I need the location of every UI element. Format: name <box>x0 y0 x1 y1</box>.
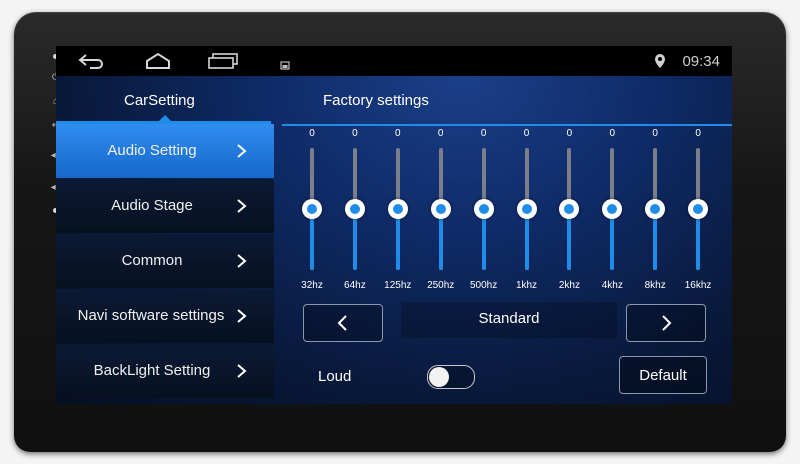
eq-band-value: 0 <box>695 128 701 139</box>
eq-band-value: 0 <box>652 128 658 139</box>
eq-slider-knob[interactable] <box>473 199 494 219</box>
default-button[interactable]: Default <box>619 356 707 394</box>
equalizer: 0 32hz 0 64hz 0 125hz 0 250hz 0 500hz 0 1khz 0 2khz 0 4… <box>282 124 732 294</box>
eq-slider-knob[interactable] <box>688 199 709 219</box>
eq-band-value: 0 <box>437 128 444 139</box>
eq-band-label: 2khz <box>558 280 580 291</box>
eq-band-value: 0 <box>352 128 358 139</box>
chevron-right-icon <box>237 309 247 323</box>
back-icon[interactable] <box>78 51 106 71</box>
recent-apps-icon[interactable] <box>206 51 240 71</box>
loud-toggle[interactable] <box>427 365 475 389</box>
tab-carsetting[interactable]: CarSetting <box>124 92 195 109</box>
chevron-right-icon <box>237 199 247 213</box>
preset-name: Standard <box>401 302 617 338</box>
eq-slider-knob[interactable] <box>302 199 322 219</box>
toggle-knob <box>429 367 449 387</box>
preset-next-button[interactable] <box>626 304 706 342</box>
eq-band-value: 0 <box>309 128 315 139</box>
eq-band-label: 250hz <box>427 280 455 291</box>
eq-band-value: 0 <box>566 128 573 139</box>
chevron-right-icon <box>237 254 247 268</box>
eq-slider-knob[interactable] <box>344 199 365 219</box>
location-icon <box>655 54 666 68</box>
eq-band-value: 0 <box>395 128 401 139</box>
preset-prev-button[interactable] <box>303 304 383 342</box>
menu-item-navi-software-settings[interactable]: Navi software settings <box>56 289 274 343</box>
eq-slider-knob[interactable] <box>516 199 537 219</box>
status-bar: 09:34 <box>56 46 732 76</box>
eq-slider-knob[interactable] <box>602 199 623 219</box>
eq-slider-knob[interactable] <box>387 199 408 219</box>
eq-band-label: 1khz <box>515 280 538 291</box>
chevron-right-icon <box>237 144 247 158</box>
eq-band-label: 500hz <box>469 280 498 291</box>
eq-divider <box>282 124 732 126</box>
settings-menu: Audio Setting Audio Stage Common Navi so… <box>56 124 274 399</box>
menu-item-label: BackLight Setting <box>93 362 211 379</box>
eq-slider-knob[interactable] <box>559 199 580 219</box>
eq-band-label: 8khz <box>644 280 666 291</box>
chevron-right-icon <box>662 315 672 331</box>
loud-label: Loud <box>318 368 352 385</box>
menu-item-label: Audio Setting <box>107 142 197 159</box>
eq-band-label: 16khz <box>684 280 712 291</box>
menu-item-backlight-setting[interactable]: BackLight Setting <box>56 344 274 398</box>
eq-slider-knob[interactable] <box>645 199 666 219</box>
eq-band-label: 4khz <box>601 280 623 291</box>
eq-band-value: 0 <box>480 128 487 139</box>
clock: 09:34 <box>682 52 720 70</box>
settings-panel: CarSetting Factory settings Audio Settin… <box>56 76 732 404</box>
eq-band-value: 0 <box>609 128 616 139</box>
menu-item-common[interactable]: Common <box>56 234 274 288</box>
home-icon[interactable] <box>144 51 172 71</box>
tab-factory-settings[interactable]: Factory settings <box>323 92 429 109</box>
menu-item-audio-stage[interactable]: Audio Stage <box>56 179 274 233</box>
chevron-right-icon <box>237 364 247 378</box>
screen: 09:34 CarSetting Factory settings Audio … <box>56 46 732 404</box>
menu-item-label: Navi software settings <box>77 307 225 324</box>
eq-slider-knob[interactable] <box>430 199 451 219</box>
eq-band-label: 125hz <box>384 280 412 291</box>
menu-item-audio-setting[interactable]: Audio Setting <box>56 124 274 178</box>
eq-band-label: 32hz <box>301 280 323 291</box>
eq-band-label: 64hz <box>344 280 366 291</box>
menu-item-label: Common <box>121 252 183 269</box>
eq-band-value: 0 <box>523 128 530 139</box>
chevron-left-icon <box>337 315 347 331</box>
menu-item-label: Audio Stage <box>111 197 193 214</box>
notification-icon <box>280 61 290 70</box>
